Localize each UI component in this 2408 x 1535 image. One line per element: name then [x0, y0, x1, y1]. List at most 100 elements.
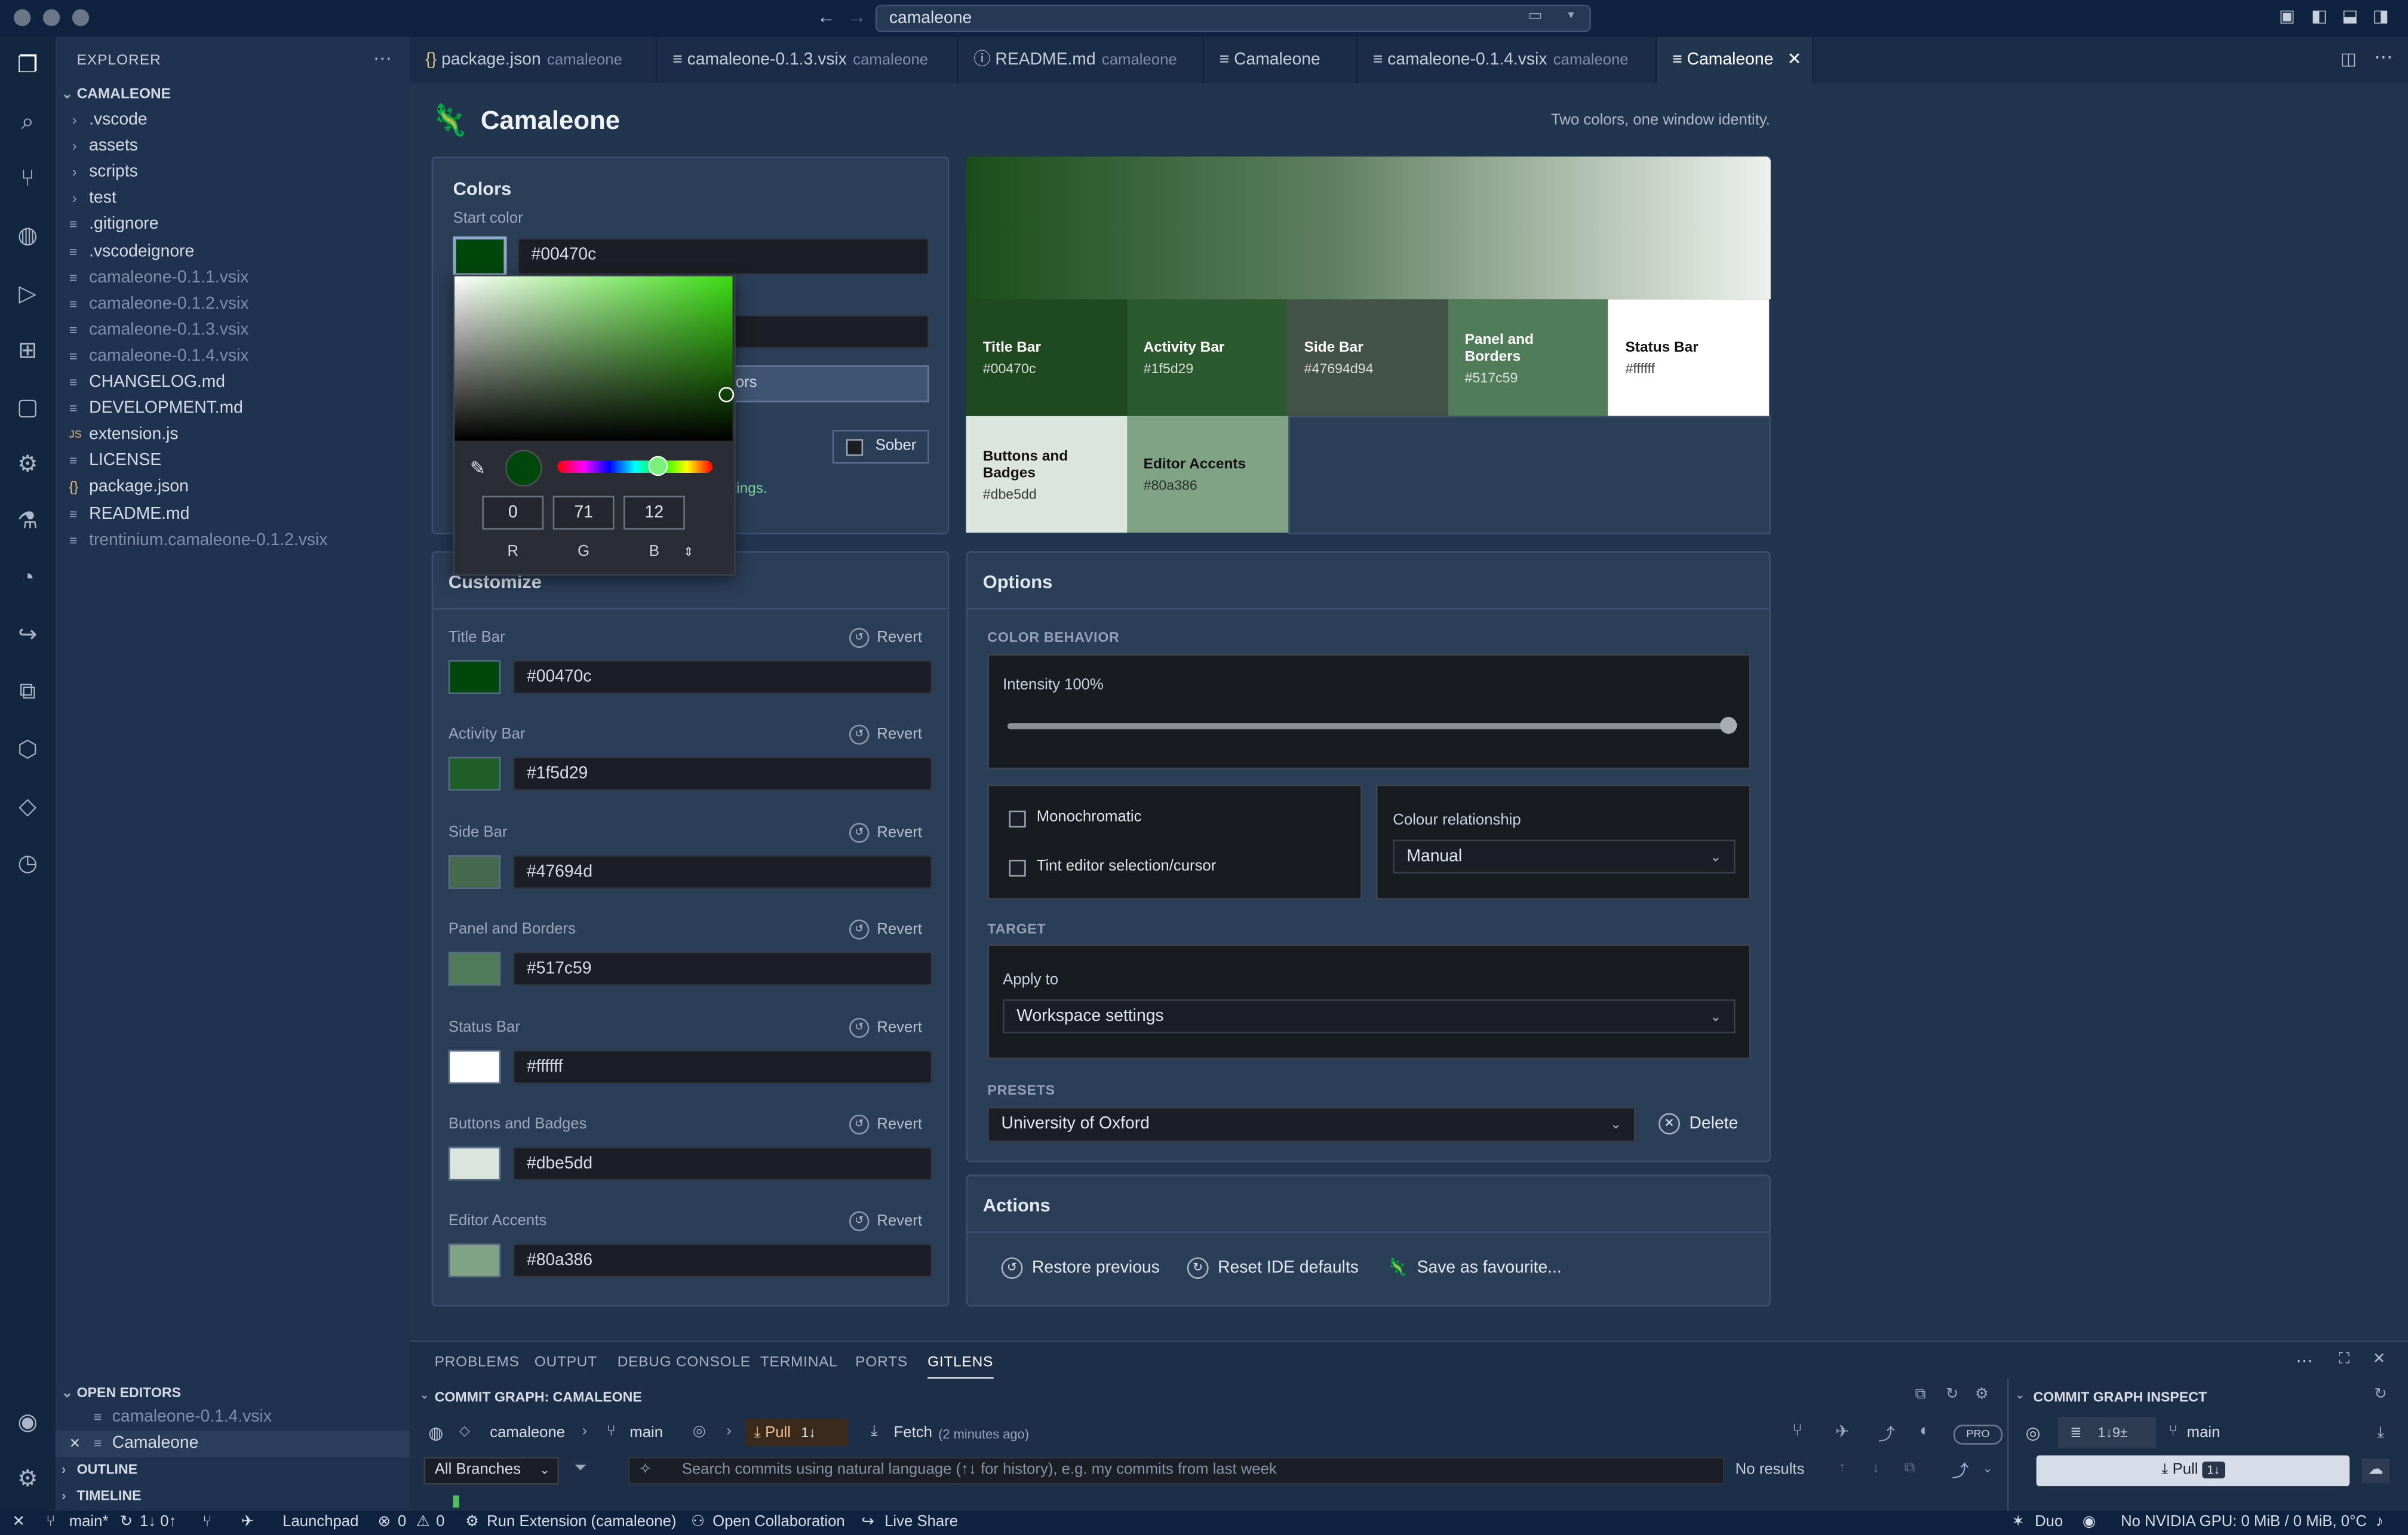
inspect-branch[interactable]: main — [2187, 1425, 2220, 1441]
status-live-share[interactable]: Live Share — [884, 1514, 958, 1530]
target-icon[interactable]: ◎ — [693, 1423, 706, 1440]
explorer-item[interactable]: ≡ trentinium.camaleone-0.1.2.vsix — [56, 528, 410, 554]
rocket-icon[interactable]: ✈ — [1835, 1422, 1850, 1442]
panel-tab[interactable]: PORTS — [855, 1354, 908, 1371]
status-launchpad[interactable]: Launchpad — [282, 1514, 358, 1530]
customize-row-swatch[interactable] — [448, 757, 501, 792]
open-editors-section[interactable]: ⌄ OPEN EDITORS — [56, 1380, 410, 1407]
run-debug-icon[interactable]: ▷ — [13, 279, 43, 310]
delete-preset-button[interactable]: ✕ Delete — [1658, 1105, 1738, 1142]
customize-row-swatch[interactable] — [448, 1146, 501, 1181]
more-actions-icon[interactable]: ⋯ — [2296, 1351, 2312, 1371]
branch-name[interactable]: main — [629, 1425, 663, 1441]
explorer-item[interactable]: ≡ .gitignore — [56, 213, 410, 239]
close-icon[interactable]: ✕ — [69, 1431, 85, 1457]
remote-icon[interactable]: ✕ — [13, 1514, 26, 1530]
revert-button[interactable]: ↺ Revert — [849, 627, 922, 648]
outline-section[interactable]: › OUTLINE — [56, 1457, 410, 1483]
command-center-search[interactable]: camaleone ▭ ▾ — [875, 4, 1591, 32]
refresh-icon[interactable]: ↻ — [2374, 1386, 2387, 1403]
previous-result-icon[interactable]: ↑ — [1838, 1460, 1846, 1476]
panel-tab[interactable]: TERMINAL — [760, 1354, 838, 1371]
pro-badge[interactable]: PRO — [1953, 1425, 2003, 1445]
start-color-swatch[interactable] — [453, 236, 507, 276]
maximize-panel-icon[interactable]: ⛶ — [2339, 1351, 2349, 1368]
explorer-item[interactable]: ≡ LICENSE — [56, 449, 410, 475]
minimize-window-button[interactable] — [42, 9, 60, 26]
notifications-bell-icon[interactable]: ♪ — [2376, 1514, 2384, 1530]
hue-slider[interactable] — [557, 460, 713, 473]
customize-row-input[interactable]: #47694d — [512, 854, 932, 889]
more-actions-icon[interactable]: ⋯ — [2374, 46, 2392, 67]
revert-button[interactable]: ↺ Revert — [849, 919, 922, 940]
source-control-icon[interactable]: ⑂ — [13, 164, 43, 195]
presets-select[interactable]: University of Oxford ⌄ — [987, 1106, 1636, 1143]
close-panel-icon[interactable]: ✕ — [2373, 1351, 2386, 1368]
status-branch[interactable]: main* — [69, 1514, 109, 1530]
account-icon[interactable]: ◉ — [13, 1408, 43, 1438]
docker-icon[interactable]: ⧉ — [13, 677, 43, 707]
pull-icon[interactable]: ⤓ — [2378, 1425, 2384, 1441]
sync-icon[interactable]: ↻ — [120, 1514, 133, 1530]
explorer-item[interactable]: ≡ CHANGELOG.md — [56, 370, 410, 396]
timeline-icon[interactable]: ◷ — [13, 849, 43, 879]
tab-camaleone-preview[interactable]: ≡ Camaleone — [1204, 36, 1358, 83]
saturation-handle[interactable] — [718, 386, 735, 402]
customize-row-swatch[interactable] — [448, 854, 501, 889]
customize-row-swatch[interactable] — [448, 660, 501, 694]
sober-checkbox[interactable] — [846, 439, 864, 456]
customize-row-swatch[interactable] — [448, 952, 501, 986]
explorer-item[interactable]: ≡ camaleone-0.1.3.vsix — [56, 318, 410, 344]
revert-button[interactable]: ↺ Revert — [849, 1211, 922, 1232]
sober-toggle[interactable]: Sober — [832, 429, 929, 464]
fetch-button[interactable]: Fetch — [894, 1425, 932, 1441]
cloud-icon[interactable]: ☁ — [2361, 1458, 2390, 1483]
panel-tab[interactable]: DEBUG CONSOLE — [618, 1354, 751, 1371]
timeline-section[interactable]: › TIMELINE — [56, 1483, 410, 1509]
format-toggle-icon[interactable]: ⇕ — [683, 545, 693, 559]
extensions-icon[interactable]: ⊞ — [13, 336, 43, 367]
remote-explorer-icon[interactable]: ▢ — [13, 393, 43, 423]
explorer-item[interactable]: {} package.json — [56, 475, 410, 502]
status-errors[interactable]: 0 — [398, 1514, 406, 1530]
explorer-item[interactable]: ≡ README.md — [56, 502, 410, 528]
git-graph-icon[interactable]: ⑂ — [202, 1514, 211, 1530]
tab-camaleone-0-1-3-vsix[interactable]: ≡ camaleone-0.1.3.vsix camaleone — [658, 36, 959, 83]
commit-search-input[interactable]: ✧ Search commits using natural language … — [628, 1457, 1725, 1485]
customize-row-input[interactable]: #80a386 — [512, 1244, 932, 1278]
panel-tab[interactable]: GITLENS — [927, 1354, 994, 1379]
intensity-slider-track[interactable] — [1007, 723, 1733, 730]
next-result-icon[interactable]: ↓ — [1872, 1460, 1880, 1476]
customize-row-input[interactable]: #517c59 — [512, 952, 932, 986]
toggle-secondary-sidebar-icon[interactable]: ◨ — [2373, 6, 2389, 26]
toggle-sidebar-icon[interactable]: ◧ — [2311, 6, 2327, 26]
maximize-window-button[interactable] — [72, 9, 90, 26]
open-results-icon[interactable]: ⧉ — [1905, 1460, 1915, 1476]
forward-arrow-icon[interactable]: → — [847, 6, 866, 27]
relationship-select[interactable]: Manual ⌄ — [1393, 839, 1736, 874]
chevron-down-icon[interactable]: ⌄ — [419, 1388, 429, 1402]
copilot-icon[interactable]: ◉ — [2083, 1514, 2096, 1530]
panel-tab[interactable]: OUTPUT — [535, 1354, 597, 1371]
package-icon[interactable]: ⬡ — [13, 736, 43, 766]
inspect-pull-button[interactable]: ⤓ Pull 1↓ — [2036, 1455, 2350, 1487]
chart-icon[interactable]: ⤴ — [1952, 1459, 1968, 1483]
explorer-item[interactable]: › scripts — [56, 160, 410, 186]
filter-icon[interactable]: ⏷ — [575, 1460, 587, 1476]
open-external-icon[interactable]: ⧉ — [1915, 1386, 1926, 1403]
apply-to-select[interactable]: Workspace settings ⌄ — [1003, 999, 1736, 1033]
copilot-icon[interactable]: ▭ — [1528, 8, 1543, 24]
layout-icon[interactable]: ▣ — [2279, 6, 2295, 26]
status-open-collaboration[interactable]: Open Collaboration — [712, 1514, 845, 1530]
repo-name[interactable]: camaleone — [490, 1425, 565, 1441]
hue-slider-thumb[interactable] — [648, 456, 668, 476]
chevron-down-icon[interactable]: ⌄ — [1983, 1462, 1993, 1475]
refresh-icon[interactable]: ↻ — [1946, 1386, 1959, 1403]
open-editor-item-active[interactable]: ✕ ≡ Camaleone — [55, 1431, 410, 1457]
explorer-item[interactable]: › test — [56, 186, 410, 213]
explorer-item[interactable]: ≡ camaleone-0.1.4.vsix — [56, 344, 410, 370]
customize-row-input[interactable]: #00470c — [512, 660, 932, 694]
tab-package-json[interactable]: {} package.json camaleone — [410, 36, 658, 83]
explorer-item[interactable]: ≡ camaleone-0.1.1.vsix — [56, 265, 410, 291]
tab-camaleone-active[interactable]: ≡ Camaleone ✕ — [1657, 36, 1814, 83]
